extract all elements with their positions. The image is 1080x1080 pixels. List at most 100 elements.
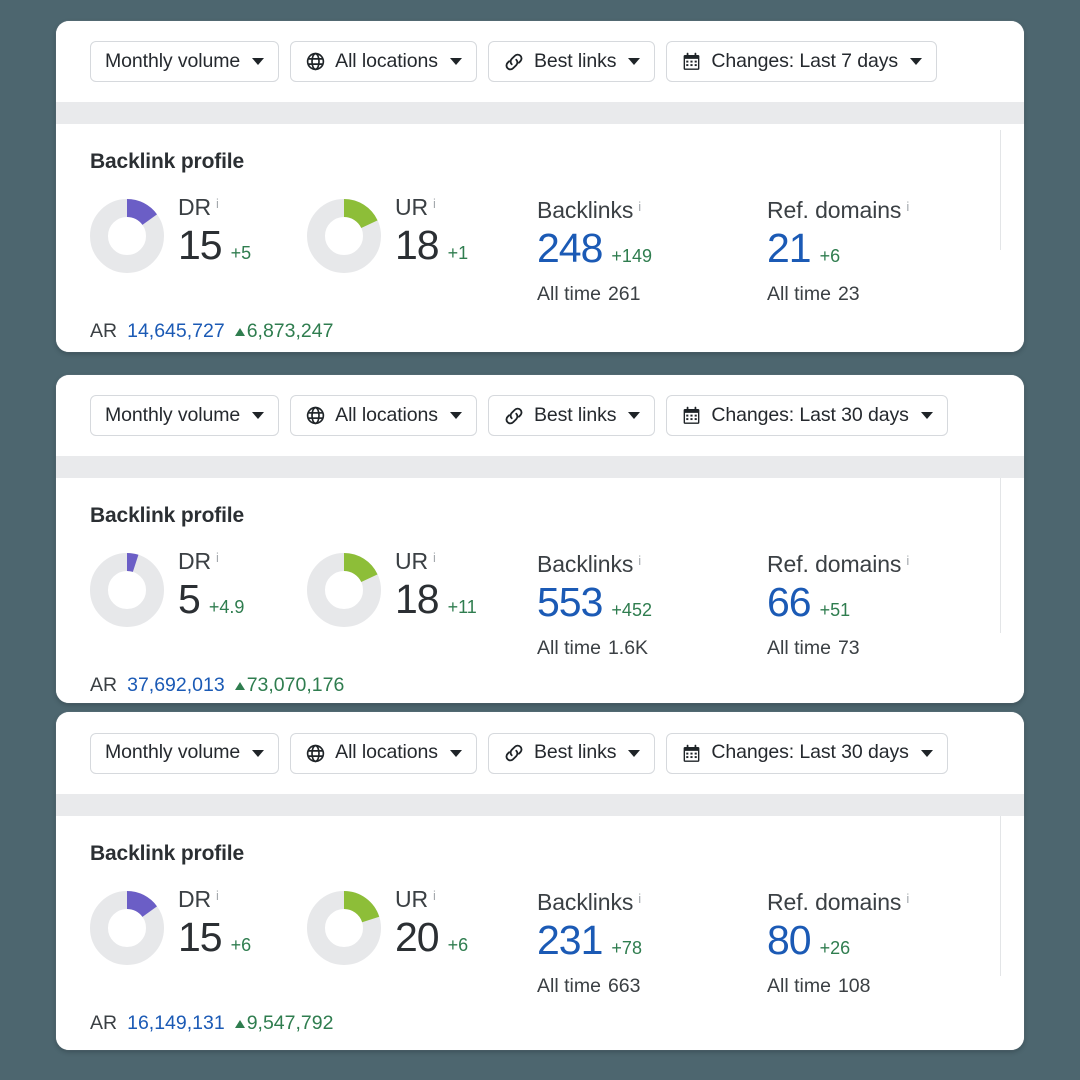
ur-header: UR i <box>395 888 468 911</box>
filter-all-locations[interactable]: All locations <box>290 395 477 436</box>
filter-monthly-volume[interactable]: Monthly volume <box>90 395 280 436</box>
ur-value-row: 18 +11 <box>395 579 477 620</box>
filter-changes-range[interactable]: Changes: Last 30 days <box>666 732 948 774</box>
chevron-down-icon <box>628 749 641 757</box>
ur-value: 20 <box>395 914 440 960</box>
chevron-down-icon <box>910 58 923 65</box>
dr-donut-chart <box>90 553 164 627</box>
dr-delta: +5 <box>230 243 252 263</box>
ref-domains-alltime: All time 23 <box>767 283 997 306</box>
filter-label: Best links <box>533 403 617 426</box>
filter-all-locations[interactable]: All locations <box>290 41 477 82</box>
dr-delta: +6 <box>230 935 252 955</box>
ar-value[interactable]: 14,645,727 <box>127 320 225 343</box>
info-icon[interactable]: i <box>906 554 909 567</box>
ur-label: UR <box>395 886 429 912</box>
panel-title: Backlink profile <box>90 842 244 865</box>
dr-value-row: 15 +6 <box>178 917 251 958</box>
calendar-icon <box>681 51 702 72</box>
dr-value: 5 <box>178 576 201 622</box>
ur-header: UR i <box>395 196 468 219</box>
backlink-profile-panel: Backlink profile DR i <box>56 124 1024 352</box>
info-icon[interactable]: i <box>433 197 436 210</box>
ref-domains-label: Ref. domains <box>767 889 902 915</box>
screenshot-canvas: Monthly volume All locations Best links … <box>0 0 1080 1080</box>
panel-gap-strip <box>56 794 1024 816</box>
filter-changes-range[interactable]: Changes: Last 30 days <box>666 395 948 436</box>
dr-donut-chart <box>90 891 164 965</box>
column-divider <box>1000 816 1001 976</box>
info-icon[interactable]: i <box>216 197 219 210</box>
metric-backlinks: Backlinks i 553 +452 All time 1.6K <box>537 550 767 660</box>
ref-domains-value-row: 21 +6 <box>767 228 997 269</box>
backlink-card: Monthly volume All locations Best links … <box>56 21 1024 352</box>
backlinks-alltime: All time 1.6K <box>537 637 767 660</box>
chevron-down-icon <box>628 58 641 65</box>
dr-text-block: DR i 15 +5 <box>178 196 251 266</box>
backlinks-delta: +78 <box>611 938 642 958</box>
ur-delta: +11 <box>447 597 477 617</box>
metric-ur: UR i 18 +1 <box>307 196 537 273</box>
chevron-down-icon <box>449 58 462 65</box>
chevron-down-icon <box>449 749 462 757</box>
info-icon[interactable]: i <box>433 551 436 564</box>
chevron-down-icon <box>252 58 265 65</box>
backlinks-value[interactable]: 231 <box>537 920 603 961</box>
ref-domains-header: Ref. domains i <box>767 553 997 576</box>
ref-domains-value-row: 80 +26 <box>767 920 997 961</box>
filter-monthly-volume[interactable]: Monthly volume <box>90 732 280 774</box>
dr-delta: +4.9 <box>208 597 245 617</box>
ur-delta: +6 <box>447 935 469 955</box>
filter-label: Changes: Last 30 days <box>711 403 909 426</box>
ar-value[interactable]: 37,692,013 <box>127 674 225 697</box>
metric-backlinks: Backlinks i 231 +78 All time 663 <box>537 888 767 998</box>
info-icon[interactable]: i <box>216 551 219 564</box>
metrics-row: DR i 15 +5 UR i 18 +1 Backlinks i 248 +1… <box>90 130 1024 306</box>
ar-label: AR <box>90 320 118 342</box>
backlinks-value-row: 553 +452 <box>537 582 767 623</box>
filter-best-links[interactable]: Best links <box>487 732 656 774</box>
info-icon[interactable]: i <box>906 200 909 213</box>
info-icon[interactable]: i <box>906 892 909 905</box>
filter-label: All locations <box>335 49 438 72</box>
alltime-value: 261 <box>607 283 641 305</box>
metrics-row: DR i 15 +6 UR i 20 +6 Backlinks i 231 +7… <box>90 816 1024 998</box>
info-icon[interactable]: i <box>638 200 641 213</box>
filter-monthly-volume[interactable]: Monthly volume <box>90 41 280 82</box>
filter-best-links[interactable]: Best links <box>487 395 656 436</box>
alltime-label: All time <box>767 975 831 997</box>
ar-change-value: 9,547,792 <box>246 1012 334 1034</box>
filter-toolbar: Monthly volume All locations Best links … <box>56 375 1024 456</box>
ref-domains-value[interactable]: 66 <box>767 582 812 623</box>
info-icon[interactable]: i <box>638 554 641 567</box>
ref-domains-value-row: 66 +51 <box>767 582 997 623</box>
info-icon[interactable]: i <box>433 889 436 902</box>
ref-domains-value[interactable]: 21 <box>767 228 812 269</box>
info-icon[interactable]: i <box>216 889 219 902</box>
filter-label: Best links <box>533 49 617 72</box>
dr-label: DR <box>178 548 212 574</box>
metric-dr: DR i 15 +5 <box>90 196 307 273</box>
ur-label: UR <box>395 548 429 574</box>
filter-toolbar: Monthly volume All locations Best links … <box>56 21 1024 102</box>
filter-all-locations[interactable]: All locations <box>290 732 477 774</box>
backlinks-value[interactable]: 553 <box>537 582 603 623</box>
ur-donut-svg <box>307 199 381 273</box>
ur-value: 18 <box>395 222 440 268</box>
dr-header: DR i <box>178 196 251 219</box>
ar-value[interactable]: 16,149,131 <box>127 1012 225 1035</box>
metric-ref-domains: Ref. domains i 66 +51 All time 73 <box>767 550 997 660</box>
ref-domains-value[interactable]: 80 <box>767 920 812 961</box>
dr-label: DR <box>178 886 212 912</box>
ref-domains-delta: +6 <box>819 246 841 266</box>
filter-best-links[interactable]: Best links <box>487 41 656 82</box>
filter-changes-range[interactable]: Changes: Last 7 days <box>666 41 938 82</box>
metrics-row: DR i 5 +4.9 UR i 18 +11 Backlinks i 553 … <box>90 478 1024 660</box>
ar-change: 6,873,247 <box>234 320 333 343</box>
backlinks-value[interactable]: 248 <box>537 228 603 269</box>
panel-gap-strip <box>56 102 1024 124</box>
globe-icon <box>305 51 326 72</box>
metric-dr: DR i 5 +4.9 <box>90 550 307 627</box>
info-icon[interactable]: i <box>638 892 641 905</box>
backlinks-value-row: 231 +78 <box>537 920 767 961</box>
